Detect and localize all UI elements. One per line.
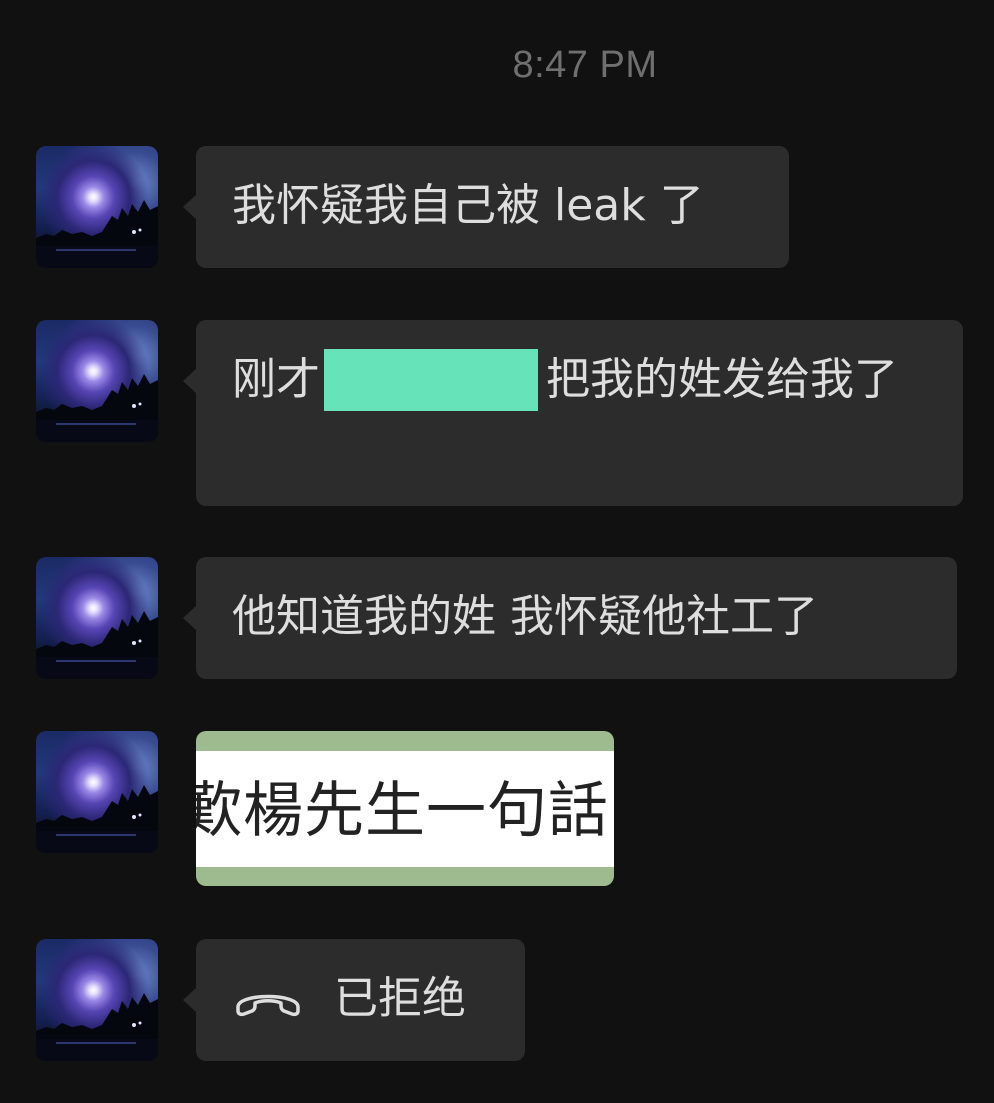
avatar-night-landscape-image [36, 993, 158, 1061]
avatar-night-landscape-image [36, 374, 158, 442]
image-caption-text: 歎楊先生一句話 [196, 776, 609, 846]
chat-timestamp: 8:47 PM [512, 44, 658, 86]
avatar[interactable] [36, 557, 158, 679]
message-text: 他知道我的姓 我怀疑他社工了 [232, 591, 818, 642]
avatar-night-landscape-image [36, 785, 158, 853]
message-bubble[interactable]: 他知道我的姓 我怀疑他社工了 [183, 557, 957, 679]
call-status-text: 已拒绝 [334, 973, 466, 1024]
avatar[interactable] [36, 939, 158, 1061]
avatar[interactable] [36, 146, 158, 268]
avatar-night-landscape-image [36, 611, 158, 679]
call-message-bubble[interactable]: 已拒绝 [183, 939, 525, 1061]
message-text-prefix: 刚才 [232, 354, 320, 405]
avatar-night-landscape-image [36, 200, 158, 268]
message-text-suffix: 把我的姓发给我了 [546, 354, 898, 405]
avatar[interactable] [36, 731, 158, 853]
message-bubble[interactable]: 我怀疑我自己被 leak 了 [183, 146, 789, 268]
redaction-block [324, 349, 538, 411]
message-text: 我怀疑我自己被 leak 了 [232, 180, 704, 231]
phone-declined-icon [236, 994, 300, 1017]
avatar[interactable] [36, 320, 158, 442]
image-message[interactable]: 歎楊先生一句話 [196, 731, 614, 886]
message-bubble[interactable]: 刚才 把我的姓发给我了 [183, 320, 963, 506]
